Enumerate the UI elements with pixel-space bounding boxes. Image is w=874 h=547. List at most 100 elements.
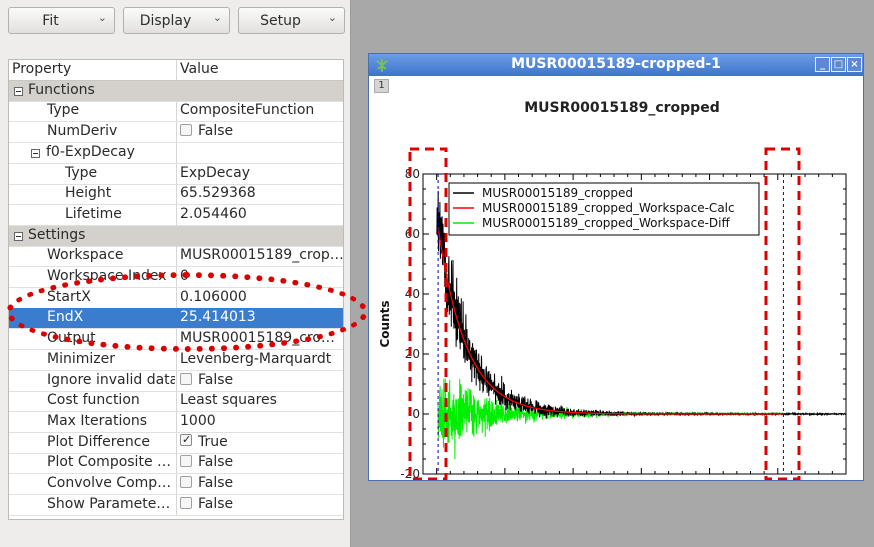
- column-divider: [176, 349, 177, 370]
- y-axis-label: Counts: [378, 300, 392, 347]
- checkbox-icon[interactable]: [180, 476, 192, 488]
- checkbox-icon[interactable]: [180, 372, 192, 385]
- y-tick-label: 80: [405, 167, 420, 181]
- property-value[interactable]: 65.529368: [180, 185, 343, 201]
- property-row[interactable]: Convolve Comp… False: [9, 474, 343, 495]
- plot-canvas[interactable]: 1 MUSR00015189_cropped051015202530-20020…: [369, 76, 863, 480]
- fit-button-label: Fit: [42, 12, 59, 29]
- checkbox-icon[interactable]: [180, 496, 192, 509]
- chevron-down-icon: ⌄: [327, 11, 337, 24]
- property-row[interactable]: Plot Difference True: [9, 432, 343, 454]
- property-label: EndX: [47, 309, 84, 326]
- property-label: Output: [47, 330, 96, 347]
- property-label: Show Paramete…: [47, 495, 171, 512]
- table-header: Property Value: [9, 60, 343, 81]
- setup-button[interactable]: Setup ⌄: [238, 7, 345, 34]
- property-value[interactable]: Levenberg-Marquardt: [180, 351, 343, 367]
- minimize-icon[interactable]: _: [815, 57, 830, 72]
- y-tick-label: 20: [405, 347, 420, 361]
- group-row[interactable]: Settings: [9, 225, 343, 247]
- chevron-down-icon: ⌄: [212, 11, 222, 24]
- chart[interactable]: MUSR00015189_cropped051015202530-2002040…: [369, 76, 863, 480]
- column-divider: [176, 246, 177, 267]
- x-tick-label: 15: [634, 479, 649, 480]
- property-value[interactable]: MUSR00015189_crop…: [180, 247, 343, 263]
- close-icon[interactable]: ×: [847, 57, 862, 72]
- collapse-icon[interactable]: [14, 231, 23, 241]
- property-value[interactable]: MUSR00015189_cro…: [180, 330, 343, 346]
- display-button[interactable]: Display ⌄: [123, 7, 230, 34]
- legend-entry: MUSR00015189_cropped_Workspace-Diff: [482, 216, 731, 230]
- property-label: Minimizer: [47, 350, 115, 367]
- checkbox-label: False: [198, 475, 234, 491]
- fit-property-browser: Fit ⌄ Display ⌄ Setup ⌄ Property Value F…: [0, 0, 351, 547]
- property-row[interactable]: Lifetime 2.054460: [9, 204, 343, 226]
- property-row[interactable]: StartX 0.106000: [9, 287, 343, 309]
- property-table: Property Value Functions Type CompositeFun…: [8, 59, 344, 520]
- property-value[interactable]: 0.106000: [180, 289, 343, 305]
- window-title: MUSR00015189-cropped-1: [511, 56, 721, 72]
- property-label: Lifetime: [65, 205, 122, 222]
- diff-series-line: [437, 378, 784, 460]
- property-row[interactable]: NumDeriv False: [9, 122, 343, 144]
- property-row[interactable]: Type CompositeFunction: [9, 101, 343, 123]
- checkbox-icon[interactable]: [180, 455, 192, 468]
- checkbox-label: False: [198, 371, 234, 388]
- property-value[interactable]: False: [180, 475, 343, 491]
- property-row[interactable]: Workspace MUSR00015189_crop…: [9, 246, 343, 268]
- collapse-icon[interactable]: [31, 148, 40, 158]
- property-row[interactable]: Ignore invalid data False: [9, 370, 343, 392]
- property-value[interactable]: True: [180, 433, 343, 450]
- setup-button-label: Setup: [260, 12, 301, 29]
- checkbox-label: False: [198, 495, 234, 512]
- property-label: Cost function: [47, 392, 140, 409]
- restore-icon[interactable]: □: [831, 57, 846, 72]
- column-divider: [176, 391, 177, 412]
- property-value[interactable]: ExpDecay: [180, 165, 343, 181]
- legend: MUSR00015189_croppedMUSR00015189_cropped…: [448, 182, 760, 236]
- property-value[interactable]: False: [180, 454, 343, 470]
- subgroup-row[interactable]: f0-ExpDecay: [9, 142, 343, 164]
- property-value[interactable]: False: [180, 123, 343, 139]
- property-label: NumDeriv: [47, 123, 118, 140]
- column-divider: [176, 370, 177, 391]
- property-row[interactable]: Minimizer Levenberg-Marquardt: [9, 349, 343, 371]
- property-row[interactable]: Type ExpDecay: [9, 163, 343, 185]
- property-row[interactable]: Workspace Index 0: [9, 267, 343, 288]
- group-row[interactable]: Functions: [9, 80, 343, 102]
- column-divider: [176, 474, 177, 494]
- checkbox-label: False: [198, 454, 234, 471]
- property-value[interactable]: 25.414013: [180, 309, 343, 325]
- column-divider[interactable]: [176, 60, 177, 80]
- property-value[interactable]: False: [180, 372, 343, 388]
- checkbox-checked-icon[interactable]: [180, 433, 192, 446]
- property-value[interactable]: 0: [180, 268, 343, 284]
- x-tick-label: 5: [501, 479, 509, 480]
- checkbox-icon[interactable]: [180, 124, 192, 137]
- fit-button[interactable]: Fit ⌄: [8, 7, 115, 34]
- column-divider: [176, 122, 177, 143]
- header-property: Property: [12, 61, 72, 77]
- column-divider: [176, 204, 177, 225]
- property-row[interactable]: Cost function Least squares: [9, 391, 343, 413]
- property-value[interactable]: Least squares: [180, 392, 343, 408]
- property-row[interactable]: EndX 25.414013: [9, 308, 343, 330]
- property-row[interactable]: Output MUSR00015189_cro…: [9, 329, 343, 351]
- property-row[interactable]: Plot Composite … False: [9, 453, 343, 475]
- property-label: Type: [47, 102, 80, 119]
- collapse-icon[interactable]: [14, 86, 23, 96]
- column-divider: [176, 329, 177, 350]
- x-tick-label: 20: [702, 479, 717, 480]
- column-divider: [176, 287, 177, 308]
- property-value[interactable]: 1000: [180, 413, 343, 429]
- y-tick-label: 60: [405, 227, 420, 241]
- property-row[interactable]: Show Paramete… False: [9, 494, 343, 516]
- property-value[interactable]: 2.054460: [180, 206, 343, 222]
- plot-window[interactable]: MUSR00015189-cropped-1 _ □ × 1 MUSR00015…: [368, 53, 864, 481]
- window-titlebar[interactable]: MUSR00015189-cropped-1 _ □ ×: [369, 54, 863, 76]
- property-row[interactable]: Height 65.529368: [9, 184, 343, 206]
- column-divider: [176, 142, 177, 163]
- property-value[interactable]: CompositeFunction: [180, 102, 343, 118]
- property-value[interactable]: False: [180, 496, 343, 512]
- property-row[interactable]: Max Iterations 1000: [9, 411, 343, 433]
